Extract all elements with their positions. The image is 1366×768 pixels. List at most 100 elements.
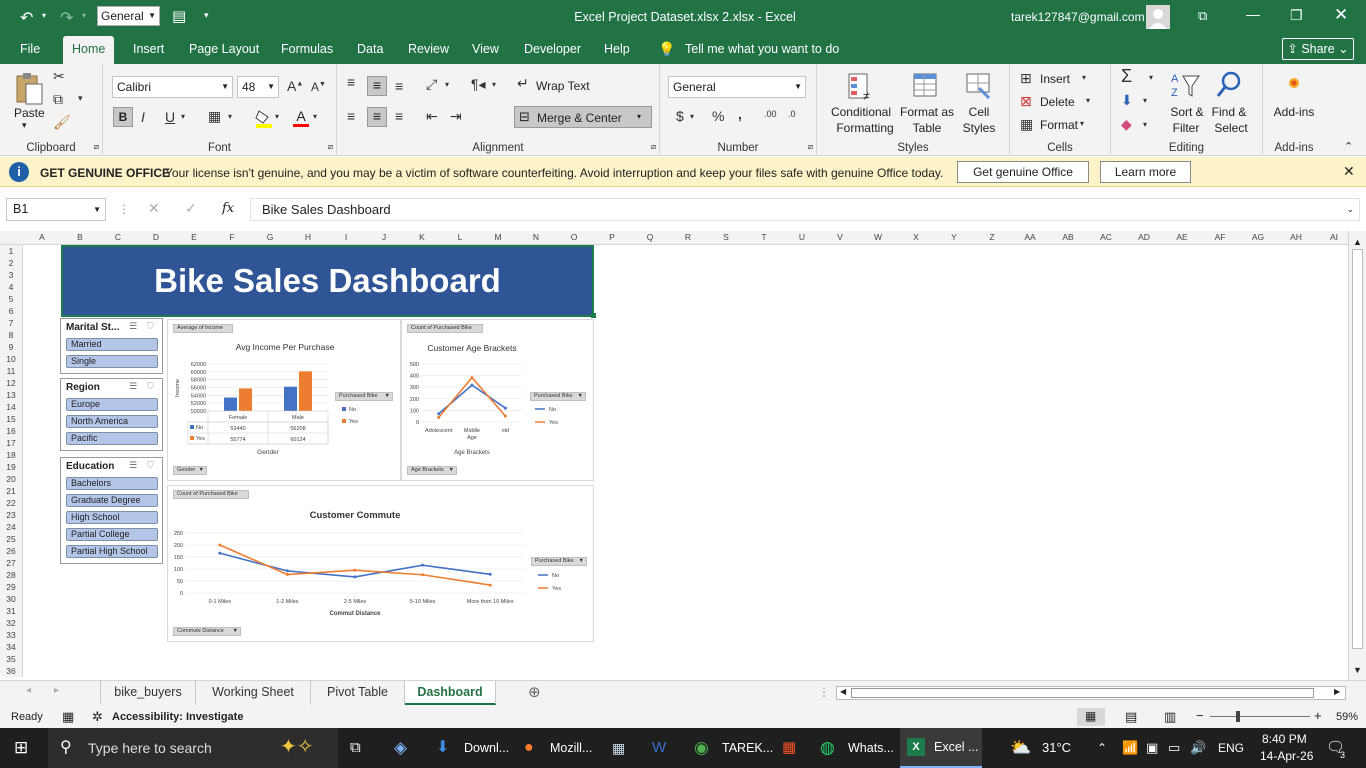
clipboard-launcher-icon[interactable]: ⧄ bbox=[94, 142, 99, 152]
column-header[interactable]: F bbox=[213, 232, 251, 242]
weather-temp[interactable]: 31°C bbox=[1042, 728, 1071, 768]
multi-select-icon[interactable]: ☰ bbox=[129, 321, 137, 332]
find-select-button[interactable]: Find & bbox=[1209, 105, 1249, 119]
row-header[interactable]: 13 bbox=[0, 390, 22, 400]
cut-icon[interactable]: ✂ bbox=[53, 68, 65, 85]
accessibility-status[interactable]: Accessibility: Investigate bbox=[112, 711, 243, 723]
tab-page-layout[interactable]: Page Layout bbox=[189, 34, 259, 64]
row-header[interactable]: 24 bbox=[0, 522, 22, 532]
slicer[interactable]: Education ☰ ⛉ Bachelors Graduate Degree High … bbox=[60, 457, 163, 564]
paste-icon[interactable] bbox=[14, 72, 44, 106]
column-header[interactable]: T bbox=[745, 232, 783, 242]
vertical-scroll-thumb[interactable] bbox=[1352, 249, 1363, 649]
column-header[interactable]: Y bbox=[935, 232, 973, 242]
sort-filter-button[interactable]: Sort & bbox=[1168, 105, 1206, 119]
weather-icon[interactable]: ⛅ bbox=[1010, 728, 1031, 768]
cell-styles-button[interactable]: Cell bbox=[963, 105, 995, 119]
row-header[interactable]: 26 bbox=[0, 546, 22, 556]
row-header[interactable]: 4 bbox=[0, 282, 22, 292]
sheet-tab-bike-buyers[interactable]: bike_buyers bbox=[101, 681, 196, 705]
row-header[interactable]: 36 bbox=[0, 666, 22, 676]
wrap-text-icon[interactable]: ↵ bbox=[517, 75, 529, 92]
addins-button[interactable]: Add-ins bbox=[1269, 105, 1319, 119]
column-header[interactable]: U bbox=[783, 232, 821, 242]
tab-home[interactable]: Home bbox=[63, 36, 115, 64]
delete-cells-button[interactable]: Delete bbox=[1040, 95, 1075, 109]
alignment-launcher-icon[interactable]: ⧄ bbox=[651, 142, 656, 152]
firefox-icon[interactable]: ● bbox=[524, 728, 534, 768]
row-header[interactable]: 15 bbox=[0, 414, 22, 424]
row-header[interactable]: 30 bbox=[0, 594, 22, 604]
format-cells-icon[interactable]: ▦ bbox=[1020, 116, 1033, 133]
whatsapp-icon[interactable]: ◍ bbox=[820, 728, 835, 768]
customize-toolbar-icon[interactable]: ▾ bbox=[204, 10, 209, 21]
chart1-axis-button[interactable]: Gender ▼ bbox=[173, 466, 207, 475]
align-left-icon[interactable]: ≡ bbox=[347, 108, 355, 124]
italic-button[interactable]: I bbox=[141, 109, 145, 125]
page-layout-view-icon[interactable]: ▤ bbox=[1125, 709, 1137, 725]
column-header[interactable]: V bbox=[821, 232, 859, 242]
format-table-icon[interactable] bbox=[912, 72, 940, 102]
row-header[interactable]: 10 bbox=[0, 354, 22, 364]
slicer-item[interactable]: North America bbox=[66, 415, 158, 428]
chart2-legend-button[interactable]: Purchased Bike ▼ bbox=[530, 392, 586, 401]
row-header[interactable]: 9 bbox=[0, 342, 22, 352]
borders-icon[interactable]: ▦ bbox=[208, 108, 221, 125]
taskbar-excel[interactable]: X Excel ... bbox=[900, 728, 982, 768]
row-header[interactable]: 1 bbox=[0, 246, 22, 256]
column-header[interactable]: R bbox=[669, 232, 707, 242]
addins-icon[interactable] bbox=[1287, 76, 1301, 90]
top-align-icon[interactable]: ≡ bbox=[347, 74, 355, 90]
fill-color-icon[interactable] bbox=[255, 108, 273, 128]
undo-icon[interactable]: ↶ bbox=[20, 8, 33, 28]
quick-number-format[interactable]: General ▼ bbox=[97, 6, 160, 26]
column-header[interactable]: AC bbox=[1087, 232, 1125, 242]
cell-styles-icon[interactable] bbox=[965, 72, 993, 102]
page-break-view-icon[interactable]: ▥ bbox=[1164, 709, 1176, 725]
row-header[interactable]: 21 bbox=[0, 486, 22, 496]
currency-dropdown-icon[interactable]: ▾ bbox=[690, 112, 694, 121]
borders-dropdown-icon[interactable]: ▾ bbox=[228, 112, 232, 121]
row-header[interactable]: 12 bbox=[0, 378, 22, 388]
tab-split-icon[interactable]: ⋮ bbox=[818, 685, 830, 699]
slicer-item[interactable]: Graduate Degree bbox=[66, 494, 158, 507]
underline-button[interactable]: U bbox=[165, 109, 175, 125]
autosum-icon[interactable]: Σ bbox=[1121, 66, 1132, 87]
formula-input[interactable]: Bike Sales Dashboard ⌄ bbox=[250, 198, 1360, 221]
slicer-item[interactable]: Partial High School bbox=[66, 545, 158, 558]
row-header[interactable]: 27 bbox=[0, 558, 22, 568]
comma-icon[interactable]: , bbox=[738, 106, 742, 122]
clear-dropdown-icon[interactable]: ▾ bbox=[1143, 120, 1147, 129]
chart3-legend-button[interactable]: Purchased Bike ▼ bbox=[531, 557, 587, 566]
row-header[interactable]: 18 bbox=[0, 450, 22, 460]
clock-time[interactable]: 8:40 PM bbox=[1262, 732, 1307, 746]
slicer-item[interactable]: Partial College bbox=[66, 528, 158, 541]
tab-data[interactable]: Data bbox=[357, 34, 383, 64]
message-close-icon[interactable]: ✕ bbox=[1343, 163, 1355, 180]
column-header[interactable]: J bbox=[365, 232, 403, 242]
row-header[interactable]: 31 bbox=[0, 606, 22, 616]
insert-cells-icon[interactable]: ⊞ bbox=[1020, 70, 1032, 87]
share-button[interactable]: ⇪ Share ⌄ bbox=[1282, 38, 1354, 60]
fill-dropdown-icon[interactable]: ▾ bbox=[275, 112, 279, 121]
slicer-item[interactable]: Married bbox=[66, 338, 158, 351]
horizontal-scroll-thumb[interactable] bbox=[851, 688, 1314, 698]
rtl-icon[interactable]: ¶◂ bbox=[471, 76, 486, 93]
row-header[interactable]: 25 bbox=[0, 534, 22, 544]
name-box[interactable]: B1 ▼ bbox=[6, 198, 106, 221]
row-header[interactable]: 16 bbox=[0, 426, 22, 436]
orientation-icon[interactable]: ⤢ bbox=[426, 76, 437, 93]
row-header[interactable]: 33 bbox=[0, 630, 22, 640]
row-header[interactable]: 22 bbox=[0, 498, 22, 508]
chrome-icon[interactable]: ◉ bbox=[694, 728, 709, 768]
row-header[interactable]: 5 bbox=[0, 294, 22, 304]
clock-date[interactable]: 14-Apr-26 bbox=[1260, 749, 1313, 763]
tray-expand-icon[interactable]: ⌃ bbox=[1097, 728, 1107, 768]
orientation-dropdown-icon[interactable]: ▾ bbox=[445, 80, 449, 89]
clear-icon[interactable]: ◆ bbox=[1121, 116, 1132, 133]
chart1-legend-button[interactable]: Purchased Bike ▼ bbox=[335, 392, 393, 401]
row-header[interactable]: 20 bbox=[0, 474, 22, 484]
avatar[interactable] bbox=[1146, 5, 1170, 29]
paste-button[interactable]: Paste bbox=[14, 106, 45, 120]
zoom-level[interactable]: 59% bbox=[1336, 711, 1358, 723]
